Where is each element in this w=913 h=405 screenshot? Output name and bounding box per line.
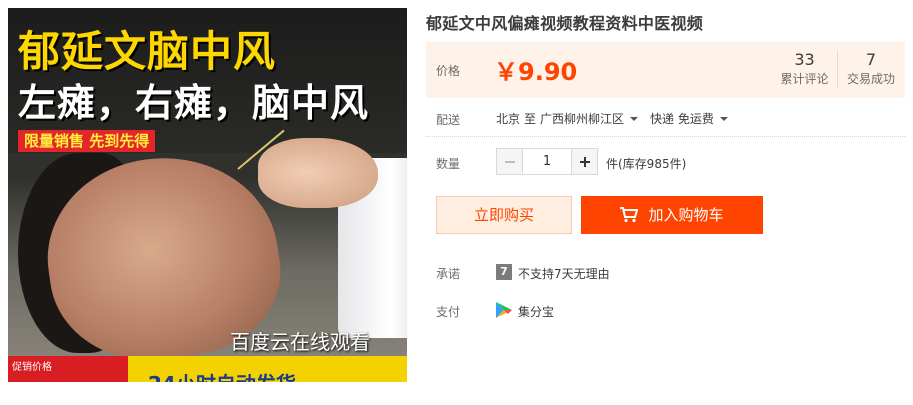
quantity-label: 数量 <box>436 157 461 171</box>
image-promo-tag: 限量销售 先到先得 <box>18 130 156 152</box>
no-7day-return-icon: 7 <box>496 264 512 280</box>
increase-button[interactable] <box>571 148 598 175</box>
cart-icon <box>620 207 639 223</box>
shipping-label: 配送 <box>436 113 461 127</box>
shipping-to-word: 至 <box>524 112 537 126</box>
add-to-cart-button[interactable]: 加入购物车 <box>581 196 763 234</box>
method-chevron-down-icon[interactable] <box>719 116 728 121</box>
product-image[interactable]: 郁延文脑中风 左瘫，右瘫，脑中风 限量销售 先到先得 百度云在线观看 促销价格 … <box>8 8 407 382</box>
image-bottom-label: 促销价格 <box>12 362 52 373</box>
price-value: ￥9.90 <box>494 58 578 86</box>
image-headline-1: 郁延文脑中风 <box>18 27 277 76</box>
quantity-stepper: 1 <box>496 148 598 175</box>
image-headline-2: 左瘫，右瘫，脑中风 <box>18 81 370 125</box>
destination-chevron-down-icon[interactable] <box>630 116 639 121</box>
image-hand-shape <box>258 138 378 208</box>
reviews-label: 累计评论 <box>780 72 829 86</box>
promise-text[interactable]: 不支持7天无理由 <box>518 265 610 282</box>
minus-icon <box>504 160 515 163</box>
jifenbao-icon <box>496 302 512 318</box>
payment-label: 支付 <box>436 305 461 319</box>
shipping-destination[interactable]: 广西柳州柳江区 <box>540 110 624 127</box>
deals-count: 7 <box>865 50 877 69</box>
reviews-stat[interactable]: 33 累计评论 <box>772 50 838 88</box>
add-to-cart-label: 加入购物车 <box>648 206 724 224</box>
promise-label: 承诺 <box>436 267 461 281</box>
deals-stat[interactable]: 7 交易成功 <box>838 50 904 88</box>
image-bottom-text: 24小时自动发货 <box>148 368 296 382</box>
shipping-row: 北京 至 广西柳州柳江区 快递 免运费 <box>496 110 740 127</box>
shipping-from: 北京 <box>496 112 521 126</box>
shipping-method[interactable]: 快递 免运费 <box>650 110 714 127</box>
deals-label: 交易成功 <box>846 72 895 86</box>
divider <box>426 136 905 137</box>
quantity-input[interactable]: 1 <box>523 148 571 175</box>
stock-text: 件(库存985件) <box>606 157 687 171</box>
image-watermark: 百度云在线观看 <box>230 330 370 354</box>
plus-icon <box>579 156 590 167</box>
decrease-button[interactable] <box>496 148 523 175</box>
price-panel: 价格 ￥9.90 33 累计评论 7 交易成功 <box>426 42 905 98</box>
reviews-count: 33 <box>794 50 815 69</box>
buy-now-button[interactable]: 立即购买 <box>436 196 572 234</box>
payment-method[interactable]: 集分宝 <box>518 303 554 320</box>
price-label: 价格 <box>436 64 461 78</box>
product-title: 郁延文中风偏瘫视频教程资料中医视频 <box>426 14 704 33</box>
